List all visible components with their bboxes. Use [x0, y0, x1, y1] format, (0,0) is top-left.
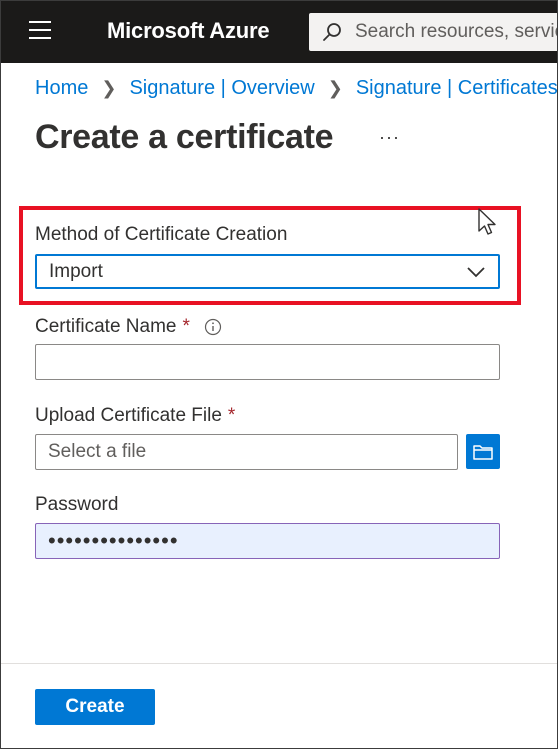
- search-icon: [323, 23, 341, 41]
- cert-name-label-text: Certificate Name: [35, 316, 177, 337]
- password-label: Password: [35, 494, 118, 516]
- breadcrumb: Home ❯ Signature | Overview ❯ Signature …: [35, 77, 557, 100]
- method-label: Method of Certificate Creation: [35, 224, 287, 246]
- mouse-cursor-icon: [478, 208, 496, 235]
- breadcrumb-home[interactable]: Home: [35, 77, 88, 100]
- info-icon[interactable]: [204, 318, 222, 336]
- chevron-down-icon: [467, 267, 485, 278]
- hamburger-icon[interactable]: [29, 21, 53, 41]
- folder-icon: [473, 444, 493, 460]
- global-search[interactable]: [309, 13, 557, 51]
- page-title: Create a certificate: [35, 118, 334, 156]
- chevron-right-icon: ❯: [101, 78, 117, 98]
- create-button[interactable]: Create: [35, 689, 155, 725]
- top-bar: Microsoft Azure: [1, 1, 557, 63]
- portal-frame: Microsoft Azure Home ❯ Signature | Overv…: [0, 0, 558, 749]
- browse-file-button[interactable]: [466, 434, 500, 469]
- password-input[interactable]: [35, 523, 500, 559]
- upload-label-text: Upload Certificate File: [35, 405, 222, 426]
- file-input[interactable]: [35, 434, 458, 470]
- method-label-text: Method of Certificate Creation: [35, 224, 288, 245]
- cert-name-input[interactable]: [35, 344, 500, 380]
- brand-title[interactable]: Microsoft Azure: [107, 18, 270, 44]
- upload-label: Upload Certificate File *: [35, 405, 235, 427]
- breadcrumb-signature-certificates[interactable]: Signature | Certificates: [356, 77, 557, 100]
- breadcrumb-signature-overview[interactable]: Signature | Overview: [129, 77, 314, 100]
- password-label-text: Password: [35, 494, 119, 515]
- chevron-right-icon: ❯: [327, 78, 343, 98]
- cert-name-label: Certificate Name *: [35, 316, 222, 338]
- required-mark: *: [227, 405, 236, 426]
- footer-divider: [1, 663, 557, 664]
- method-dropdown[interactable]: Import: [35, 254, 500, 289]
- method-dropdown-value: Import: [49, 260, 103, 282]
- search-input[interactable]: [355, 21, 557, 43]
- required-mark: *: [182, 316, 190, 337]
- more-icon[interactable]: ···: [379, 127, 400, 148]
